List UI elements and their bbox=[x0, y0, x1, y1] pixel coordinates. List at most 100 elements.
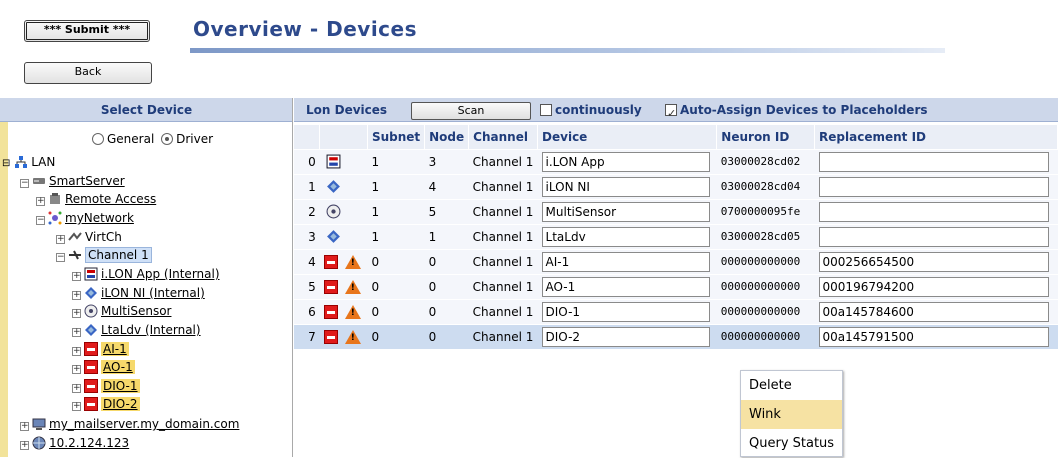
table-row-selected[interactable]: 7 0 0 Channel 1 DIO-2 000000000000 00a14… bbox=[294, 323, 1058, 349]
expand-icon[interactable]: + bbox=[56, 235, 65, 244]
expand-icon[interactable]: + bbox=[72, 402, 81, 411]
tree-item-mynetwork[interactable]: − myNetwork bbox=[36, 210, 134, 227]
tree-label-channel-1[interactable]: Channel 1 bbox=[85, 247, 152, 263]
radio-general-icon[interactable] bbox=[92, 133, 104, 145]
checkbox-checked-icon[interactable] bbox=[665, 102, 677, 126]
col-channel[interactable]: Channel bbox=[468, 125, 539, 149]
col-device[interactable]: Device bbox=[537, 125, 718, 149]
expand-icon[interactable]: + bbox=[72, 272, 81, 281]
collapse-icon[interactable]: − bbox=[56, 253, 65, 262]
table-row[interactable]: 4 0 0 Channel 1 AI-1 000000000000 000256… bbox=[294, 248, 1058, 274]
checkbox-icon[interactable] bbox=[540, 104, 552, 116]
table-row[interactable]: 6 0 0 Channel 1 DIO-1 000000000000 00a14… bbox=[294, 298, 1058, 324]
tree-label-mailserver[interactable]: my_mailserver.my_domain.com bbox=[49, 417, 239, 431]
device-name-input[interactable]: iLON NI bbox=[541, 176, 710, 197]
tree-label-ilon-ni[interactable]: iLON NI (Internal) bbox=[101, 286, 205, 300]
replacement-id-input[interactable]: 00a145784600 bbox=[818, 301, 1049, 322]
expand-icon[interactable]: + bbox=[72, 384, 81, 393]
replacement-id-input[interactable] bbox=[818, 151, 1049, 172]
col-replacement-id[interactable]: Replacement ID bbox=[814, 125, 1058, 149]
expand-icon[interactable]: + bbox=[20, 441, 29, 450]
continuously-checkbox[interactable]: continuously bbox=[540, 98, 642, 122]
tree-item-multisensor[interactable]: + MultiSensor bbox=[72, 303, 171, 320]
tree-label-ltaldv[interactable]: LtaLdv (Internal) bbox=[101, 323, 201, 337]
device-name-input[interactable]: AI-1 bbox=[541, 251, 710, 272]
expand-icon[interactable]: + bbox=[72, 291, 81, 300]
col-node[interactable]: Node bbox=[424, 125, 470, 149]
device-name-input[interactable]: DIO-1 bbox=[541, 301, 710, 322]
auto-assign-checkbox[interactable]: Auto-Assign Devices to Placeholders bbox=[665, 98, 928, 126]
table-row[interactable]: 5 0 0 Channel 1 AO-1 000000000000 000196… bbox=[294, 273, 1058, 299]
radio-general[interactable]: General bbox=[92, 132, 154, 146]
tree-label-multisensor[interactable]: MultiSensor bbox=[101, 304, 171, 318]
tree-label-virtch[interactable]: VirtCh bbox=[85, 230, 122, 244]
expand-icon[interactable]: + bbox=[72, 309, 81, 318]
tree-label-smartserver[interactable]: SmartServer bbox=[49, 174, 125, 188]
tree-item-ip[interactable]: +10.2.124.123 bbox=[20, 435, 129, 452]
menu-item-wink[interactable]: Wink bbox=[741, 400, 842, 429]
radio-general-label[interactable]: General bbox=[107, 132, 154, 146]
tree-label-dio-2[interactable]: DIO-2 bbox=[101, 397, 140, 411]
menu-item-query-status[interactable]: Query Status bbox=[741, 429, 842, 458]
expand-icon[interactable]: + bbox=[72, 328, 81, 337]
tree-item-channel-1[interactable]: − Channel 1 bbox=[56, 247, 152, 264]
tree-label-lan[interactable]: LAN bbox=[31, 155, 55, 169]
expand-icon[interactable]: + bbox=[72, 347, 81, 356]
tree-item-dio-2[interactable]: + DIO-2 bbox=[72, 396, 140, 413]
scan-button[interactable]: Scan bbox=[411, 102, 531, 120]
replacement-id-input[interactable]: 00a145791500 bbox=[818, 326, 1049, 347]
tree-label-ip[interactable]: 10.2.124.123 bbox=[49, 436, 129, 450]
submit-button[interactable]: *** Submit *** bbox=[24, 20, 150, 42]
tree-label-mynetwork[interactable]: myNetwork bbox=[65, 211, 134, 225]
device-name-input[interactable]: i.LON App bbox=[541, 151, 710, 172]
table-row[interactable]: 2 1 5 Channel 1 MultiSensor 0700000095fe bbox=[294, 198, 1058, 224]
col-subnet[interactable]: Subnet bbox=[367, 125, 426, 149]
placeholder-device-icon bbox=[323, 304, 338, 319]
tree-label-remote-access[interactable]: Remote Access bbox=[65, 192, 156, 206]
radio-driver-label[interactable]: Driver bbox=[176, 132, 213, 146]
menu-item-delete[interactable]: Delete bbox=[741, 371, 842, 400]
collapse-icon[interactable]: − bbox=[20, 179, 29, 188]
collapse-icon[interactable]: − bbox=[36, 216, 45, 225]
back-button[interactable]: Back bbox=[24, 62, 152, 84]
tree-label-dio-1[interactable]: DIO-1 bbox=[101, 379, 140, 393]
replacement-id-input[interactable]: 000256654500 bbox=[818, 251, 1049, 272]
tree-item-ilon-app[interactable]: + i.LON App (Internal) bbox=[72, 266, 220, 283]
table-row[interactable]: 1 1 4 Channel 1 iLON NI 03000028cd04 bbox=[294, 173, 1058, 199]
tree-item-virtch[interactable]: + VirtCh bbox=[56, 229, 122, 246]
replacement-id-input[interactable] bbox=[818, 226, 1049, 247]
radio-driver-icon[interactable] bbox=[161, 133, 174, 145]
table-row[interactable]: 0 1 3 Channel 1 i.LON App 03000028cd02 bbox=[294, 148, 1058, 174]
cell-device: AO-1 bbox=[537, 273, 717, 299]
table-row[interactable]: 3 1 1 Channel 1 LtaLdv 03000028cd05 bbox=[294, 223, 1058, 249]
col-neuron-id[interactable]: Neuron ID bbox=[716, 125, 816, 149]
tree-item-ai-1[interactable]: + AI-1 bbox=[72, 341, 129, 358]
radio-driver[interactable]: Driver bbox=[161, 132, 213, 146]
tree-item-mailserver[interactable]: + my_mailserver.my_domain.com bbox=[20, 416, 239, 433]
device-name-input[interactable]: MultiSensor bbox=[541, 201, 710, 222]
tree-item-ilon-ni[interactable]: + iLON NI (Internal) bbox=[72, 285, 205, 302]
continuously-label[interactable]: continuously bbox=[555, 103, 642, 117]
virtual-channel-icon bbox=[68, 232, 82, 241]
tree-item-smartserver[interactable]: − SmartServer bbox=[20, 173, 125, 190]
tree-item-ltaldv[interactable]: + LtaLdv (Internal) bbox=[72, 322, 201, 339]
multisensor-icon bbox=[84, 304, 98, 318]
device-name-input[interactable]: LtaLdv bbox=[541, 226, 710, 247]
tree-label-ilon-app[interactable]: i.LON App (Internal) bbox=[101, 267, 220, 281]
tree-item-dio-1[interactable]: + DIO-1 bbox=[72, 378, 140, 395]
replacement-id-input[interactable]: 000196794200 bbox=[818, 276, 1049, 297]
tree-label-ao-1[interactable]: AO-1 bbox=[101, 360, 135, 374]
tree-item-ao-1[interactable]: + AO-1 bbox=[72, 359, 135, 376]
expand-icon[interactable]: + bbox=[72, 365, 81, 374]
auto-assign-label[interactable]: Auto-Assign Devices to Placeholders bbox=[680, 103, 928, 117]
tree-item-remote-access[interactable]: + Remote Access bbox=[36, 191, 156, 208]
tree-label-ai-1[interactable]: AI-1 bbox=[101, 342, 129, 356]
tree-item-lan[interactable]: ⊟ LAN bbox=[2, 154, 55, 171]
device-name-input[interactable]: DIO-2 bbox=[541, 326, 710, 347]
expand-icon[interactable]: + bbox=[20, 422, 29, 431]
expand-icon[interactable]: + bbox=[36, 197, 45, 206]
row-index: 5 bbox=[294, 273, 320, 299]
replacement-id-input[interactable] bbox=[818, 201, 1049, 222]
replacement-id-input[interactable] bbox=[818, 176, 1049, 197]
device-name-input[interactable]: AO-1 bbox=[541, 276, 710, 297]
